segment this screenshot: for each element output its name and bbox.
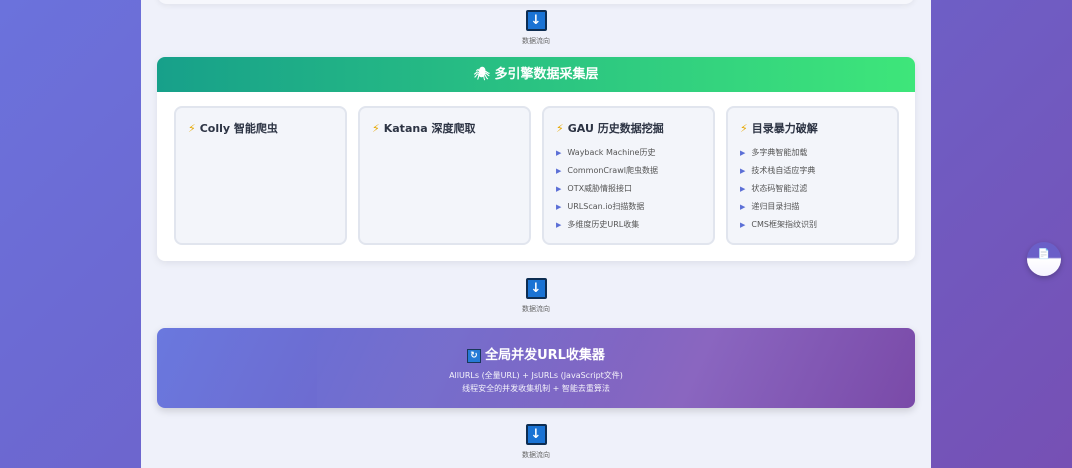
list-item: ▶ 状态码智能过滤 bbox=[740, 180, 885, 198]
list-item-text: URLScan.io扫描数据 bbox=[567, 202, 645, 211]
list-item-text: CommonCrawl爬虫数据 bbox=[567, 166, 658, 175]
layer-title: 多引擎数据采集层 bbox=[494, 67, 599, 82]
engine-card-title-text: Katana 深度爬取 bbox=[383, 122, 476, 135]
engine-card-title: ⚡ 目录暴力破解 bbox=[740, 120, 885, 136]
list-item-text: CMS框架指纹识别 bbox=[751, 220, 817, 229]
spider-icon: 🕷 bbox=[473, 67, 490, 82]
list-item: ▶ OTX威胁情报接口 bbox=[556, 180, 701, 198]
arrow-down-icon: ↓ bbox=[525, 10, 547, 31]
engine-card-title-text: Colly 智能爬虫 bbox=[199, 122, 278, 135]
flow-indicator: ↓ 数据流向 bbox=[141, 423, 931, 460]
list-item: ▶ URLScan.io扫描数据 bbox=[556, 198, 701, 216]
lightning-icon: ⚡ bbox=[188, 122, 196, 135]
engine-card-title-text: 目录暴力破解 bbox=[751, 122, 818, 135]
collection-layer: 🕷 多引擎数据采集层 ⚡ Colly 智能爬虫 ⚡ Katana 深度爬取 ⚡ GAU 历… bbox=[157, 57, 915, 261]
flow-label: 数据流向 bbox=[522, 451, 550, 459]
engine-card: ⚡ Katana 深度爬取 bbox=[358, 106, 531, 245]
triangle-bullet-icon: ▶ bbox=[740, 185, 746, 193]
engine-card: ⚡ Colly 智能爬虫 bbox=[174, 106, 347, 245]
list-item-text: 技术栈自适应字典 bbox=[751, 166, 816, 175]
list-item-text: 状态码智能过滤 bbox=[751, 184, 808, 193]
arrow-down-icon: ↓ bbox=[525, 424, 547, 445]
list-item: ▶ 多维度历史URL收集 bbox=[556, 216, 701, 234]
engine-card-title: ⚡ Katana 深度爬取 bbox=[372, 120, 517, 136]
list-item-text: 多维度历史URL收集 bbox=[567, 220, 640, 229]
triangle-bullet-icon: ▶ bbox=[740, 149, 746, 157]
list-item: ▶ 递归目录扫描 bbox=[740, 198, 885, 216]
arrow-down-icon: ↓ bbox=[525, 278, 547, 299]
list-item: ▶ Wayback Machine历史 bbox=[556, 144, 701, 162]
engine-card: ⚡ GAU 历史数据挖掘 ▶ Wayback Machine历史 ▶ CommonCraw… bbox=[542, 106, 715, 245]
main-panel: ↓ 数据流向 🕷 多引擎数据采集层 ⚡ Colly 智能爬虫 ⚡ Katana 深度爬… bbox=[141, 0, 931, 468]
note-icon: 📄 bbox=[1037, 249, 1051, 260]
list-item-text: 多字典智能加载 bbox=[751, 148, 808, 157]
list-item: ▶ CMS框架指纹识别 bbox=[740, 216, 885, 234]
flow-indicator: ↓ 数据流向 bbox=[141, 9, 931, 46]
triangle-bullet-icon: ▶ bbox=[740, 203, 746, 211]
list-item: ▶ 技术栈自适应字典 bbox=[740, 162, 885, 180]
list-item: ▶ 多字典智能加载 bbox=[740, 144, 885, 162]
triangle-bullet-icon: ▶ bbox=[556, 203, 562, 211]
lightning-icon: ⚡ bbox=[556, 122, 564, 135]
engine-card: ⚡ 目录暴力破解 ▶ 多字典智能加载 ▶ 技术栈自适应字典 ▶ 状态码智能过滤 ▶ 递归目录扫描 ▶… bbox=[726, 106, 899, 245]
flow-label: 数据流向 bbox=[522, 305, 550, 313]
list-item-text: Wayback Machine历史 bbox=[567, 148, 656, 157]
previous-layer-card bbox=[157, 0, 915, 4]
flow-indicator: ↓ 数据流向 bbox=[141, 277, 931, 314]
flow-label: 数据流向 bbox=[522, 37, 550, 45]
lightning-icon: ⚡ bbox=[740, 122, 748, 135]
triangle-bullet-icon: ▶ bbox=[556, 167, 562, 175]
lightning-icon: ⚡ bbox=[372, 122, 380, 135]
engine-card-title: ⚡ GAU 历史数据挖掘 bbox=[556, 120, 701, 136]
triangle-bullet-icon: ▶ bbox=[556, 221, 562, 229]
triangle-bullet-icon: ▶ bbox=[740, 167, 746, 175]
triangle-bullet-icon: ▶ bbox=[556, 185, 562, 193]
collector-line1: AllURLs (全量URL) + JsURLs (JavaScript文件) bbox=[449, 371, 623, 380]
triangle-bullet-icon: ▶ bbox=[740, 221, 746, 229]
engine-card-title: ⚡ Colly 智能爬虫 bbox=[188, 120, 333, 136]
collector-line2: 线程安全的并发收集机制 + 智能去重算法 bbox=[462, 384, 610, 393]
url-collector: ↻ 全局并发URL收集器 AllURLs (全量URL) + JsURLs (Ja… bbox=[157, 328, 915, 408]
floating-notes-button[interactable]: 📄 bbox=[1027, 242, 1061, 276]
collector-title: 全局并发URL收集器 bbox=[485, 348, 605, 363]
triangle-bullet-icon: ▶ bbox=[556, 149, 562, 157]
refresh-icon: ↻ bbox=[467, 349, 482, 363]
list-item-text: 递归目录扫描 bbox=[751, 202, 800, 211]
list-item: ▶ CommonCrawl爬虫数据 bbox=[556, 162, 701, 180]
engine-card-title-text: GAU 历史数据挖掘 bbox=[567, 122, 664, 135]
layer-header: 🕷 多引擎数据采集层 bbox=[157, 57, 915, 92]
list-item-text: OTX威胁情报接口 bbox=[567, 184, 633, 193]
